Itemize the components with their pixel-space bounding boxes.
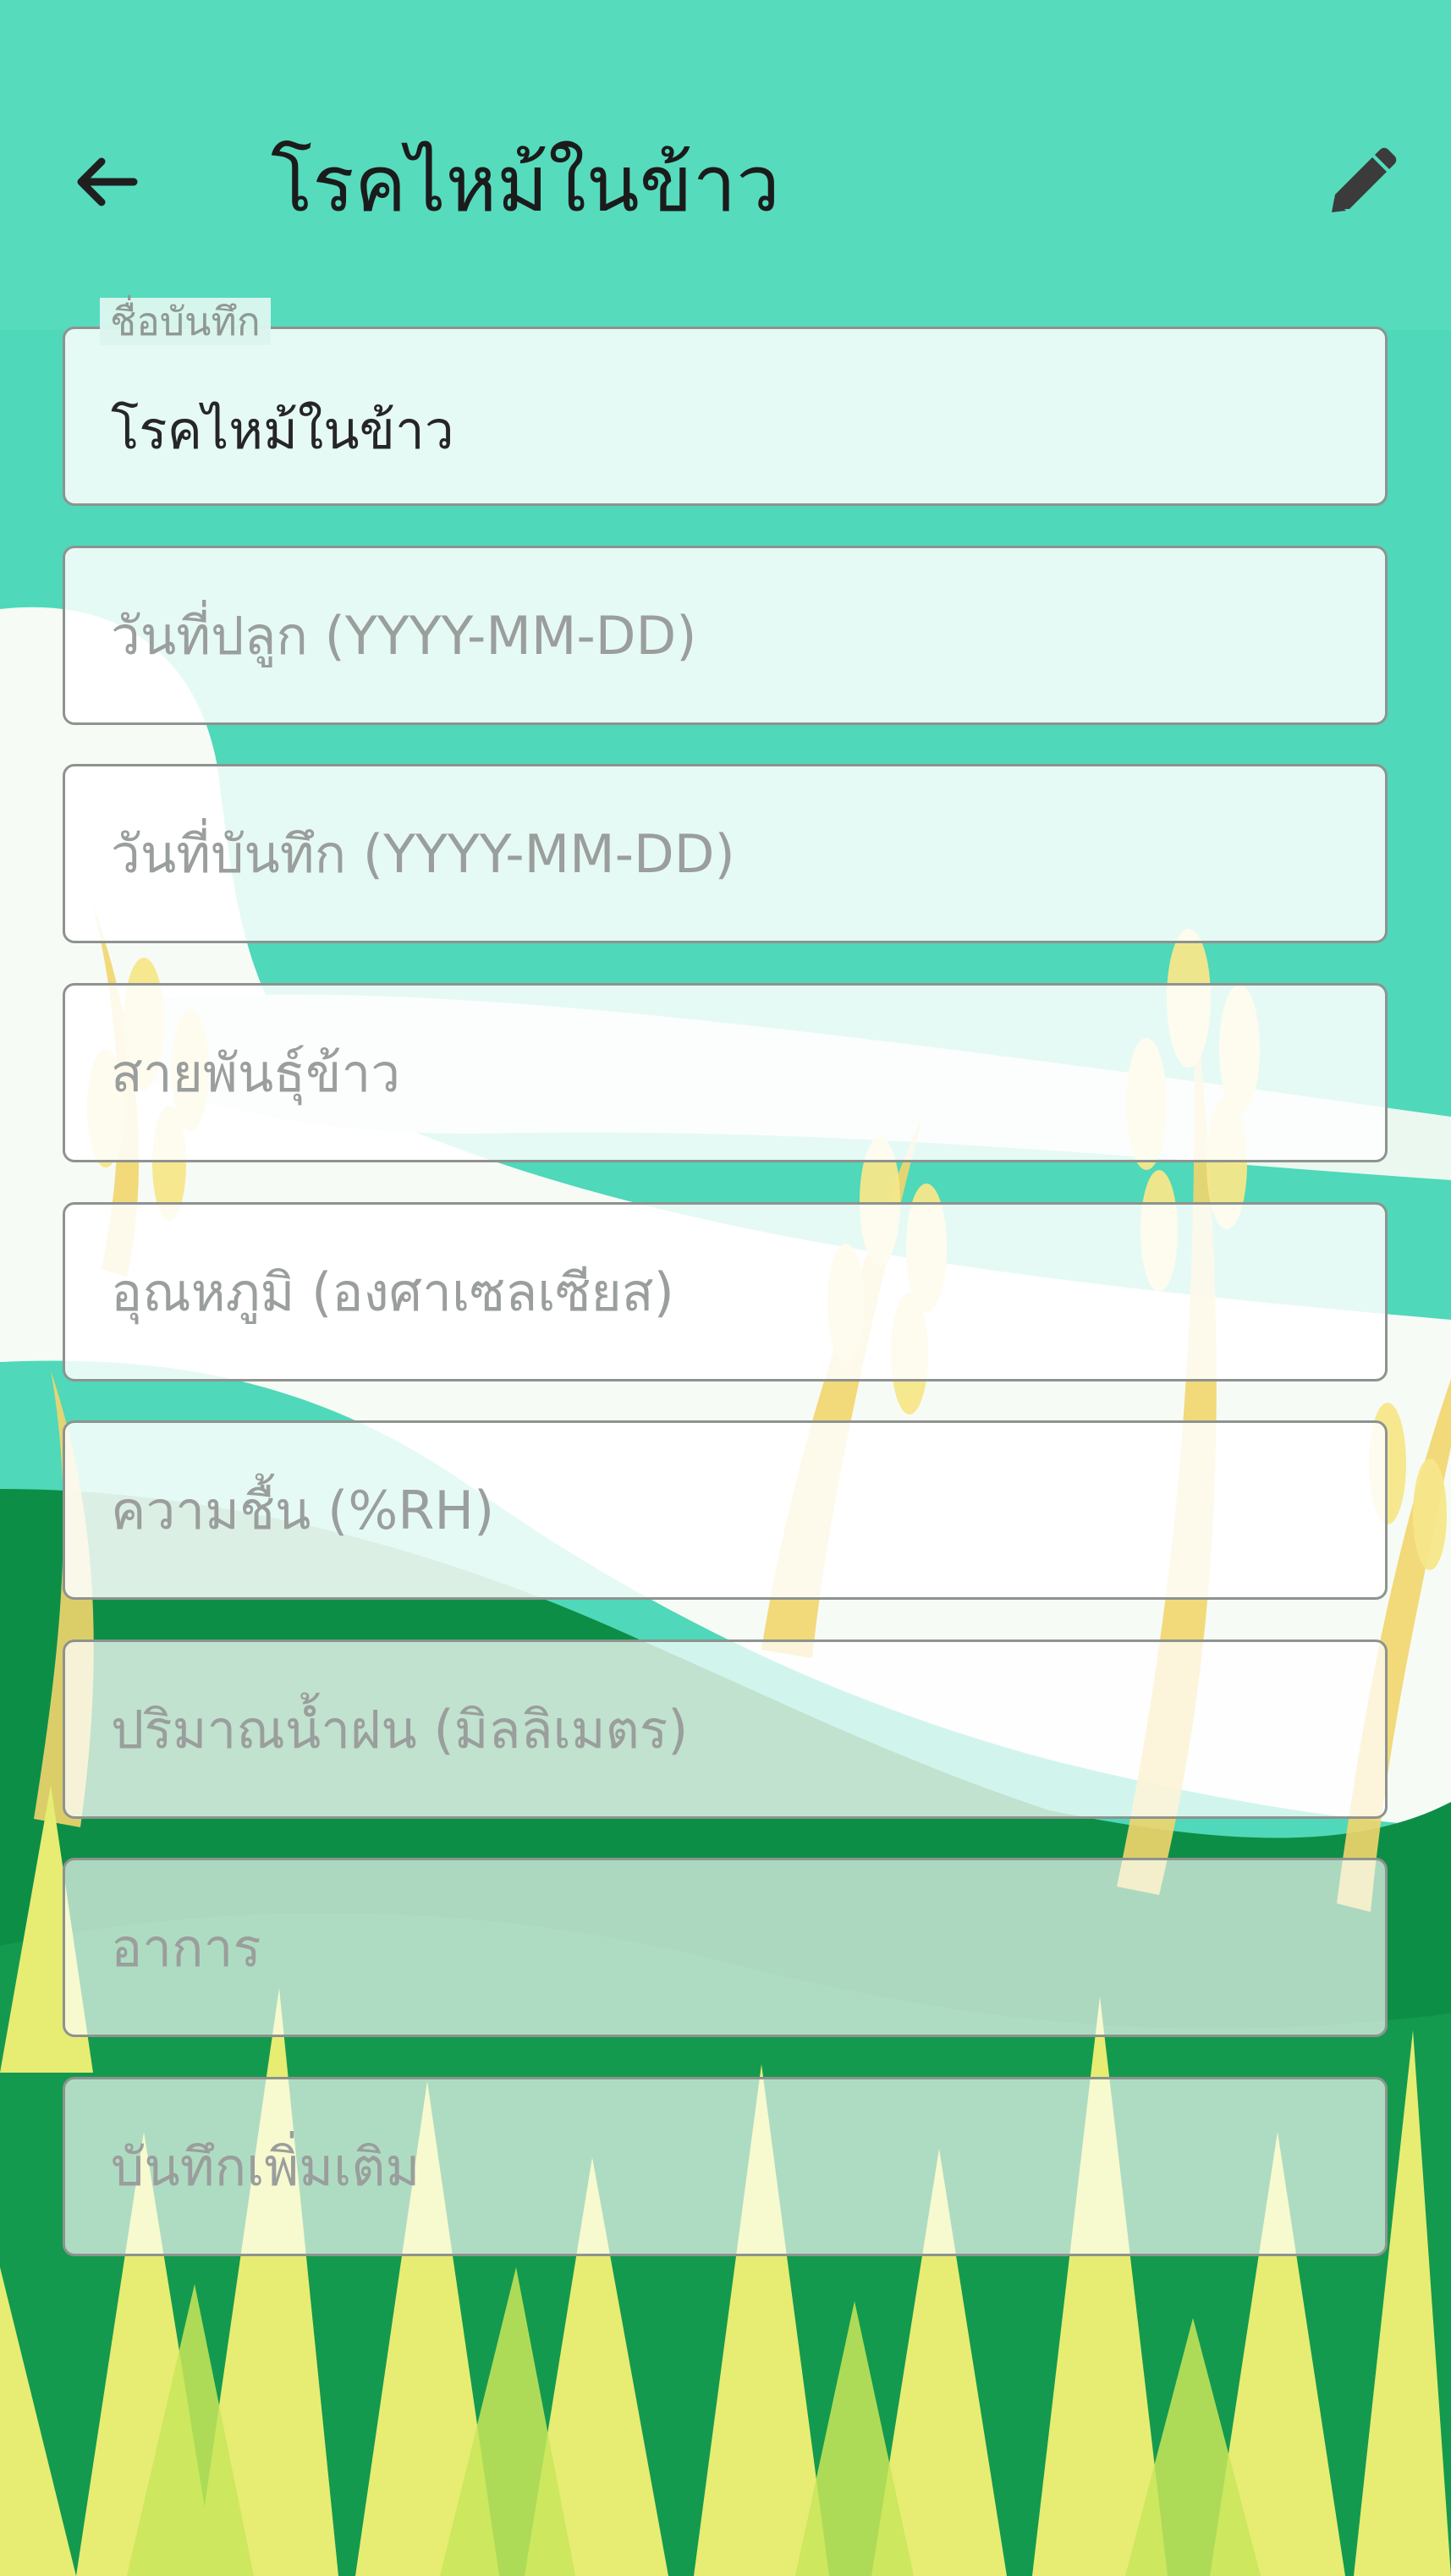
record-date-field[interactable] (63, 764, 1388, 943)
humidity-field[interactable] (63, 1420, 1388, 1600)
record-name-field[interactable] (63, 327, 1388, 506)
symptoms-field[interactable] (63, 1858, 1388, 2037)
planting-date-field[interactable] (63, 546, 1388, 725)
notes-field[interactable] (63, 2077, 1388, 2256)
disease-record-form: ชื่อบันทึก (0, 0, 1451, 2576)
rice-variety-field[interactable] (63, 983, 1388, 1162)
temperature-field[interactable] (63, 1202, 1388, 1381)
rainfall-field[interactable] (63, 1640, 1388, 1819)
record-name-label: ชื่อบันทึก (100, 298, 271, 345)
